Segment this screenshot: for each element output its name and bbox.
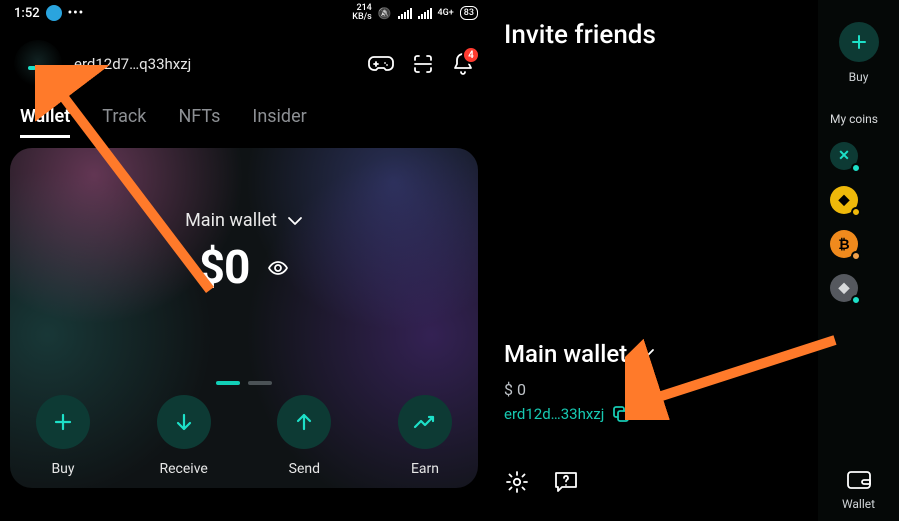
telegram-icon [46, 5, 62, 21]
buy-button[interactable]: Buy [818, 22, 899, 84]
tab-track[interactable]: Track [102, 106, 146, 138]
buy-button[interactable]: Buy [36, 395, 90, 477]
network-speed: 214KB/s [352, 4, 372, 22]
balance-value: $ 0 [504, 380, 808, 399]
clock: 1:52 [14, 6, 40, 21]
signal-icon [418, 7, 432, 19]
wallet-hero-card: Main wallet $0 Buy Receive Send [10, 148, 478, 488]
scan-icon[interactable] [412, 53, 434, 75]
signal-icon [398, 7, 412, 19]
my-coins-section: My coins ✕ ◆ ₿ ◆ [818, 112, 899, 302]
help-button[interactable] [552, 469, 580, 499]
earn-button[interactable]: Earn [398, 395, 452, 477]
my-coins-label: My coins [830, 112, 899, 126]
wallet-selector[interactable]: Main wallet [504, 340, 808, 368]
page-indicator[interactable] [216, 381, 272, 385]
copy-icon [612, 405, 630, 423]
tab-insider[interactable]: Insider [252, 106, 306, 138]
arrow-up-icon [293, 411, 315, 433]
notification-badge: 4 [462, 46, 480, 64]
wallet-name: Main wallet [185, 210, 277, 231]
chevron-down-icon [287, 216, 303, 226]
coin-item[interactable]: ✕ [830, 142, 899, 170]
plus-icon [850, 33, 868, 51]
tabs: Wallet Track NFTs Insider [0, 88, 488, 138]
wallet-address[interactable]: erd12d7…q33hxzj [74, 55, 191, 73]
arrow-down-icon [173, 411, 195, 433]
coin-item[interactable]: ₿ [830, 230, 899, 258]
mute-icon [378, 7, 392, 20]
coin-item[interactable]: ◆ [830, 274, 899, 302]
chevron-down-icon [637, 348, 655, 360]
status-bar: 1:52 ••• 214KB/s 4G+ 83 [0, 0, 488, 22]
avatar[interactable] [14, 40, 62, 88]
settings-button[interactable] [504, 469, 530, 499]
visibility-toggle-icon[interactable] [267, 257, 289, 279]
status-more-icon: ••• [68, 6, 85, 21]
coin-item[interactable]: ◆ [830, 186, 899, 214]
tab-nfts[interactable]: NFTs [178, 106, 220, 138]
wallet-selector[interactable]: Main wallet [185, 210, 303, 231]
tab-wallet[interactable]: Wallet [20, 106, 70, 138]
nav-wallet[interactable]: Wallet [818, 469, 899, 511]
notifications-button[interactable]: 4 [452, 52, 474, 76]
invite-friends-heading: Invite friends [504, 20, 808, 50]
receive-button[interactable]: Receive [157, 395, 211, 477]
network-type: 4G+ [438, 9, 454, 18]
send-button[interactable]: Send [277, 395, 331, 477]
plus-icon [52, 411, 74, 433]
battery-indicator: 83 [460, 6, 478, 20]
wallet-address-copy[interactable]: erd12d…33hxzj [504, 405, 808, 423]
balance-value: $0 [199, 241, 250, 295]
wallet-icon [845, 469, 873, 491]
trend-up-icon [413, 413, 437, 431]
gamepad-icon[interactable] [368, 54, 394, 74]
